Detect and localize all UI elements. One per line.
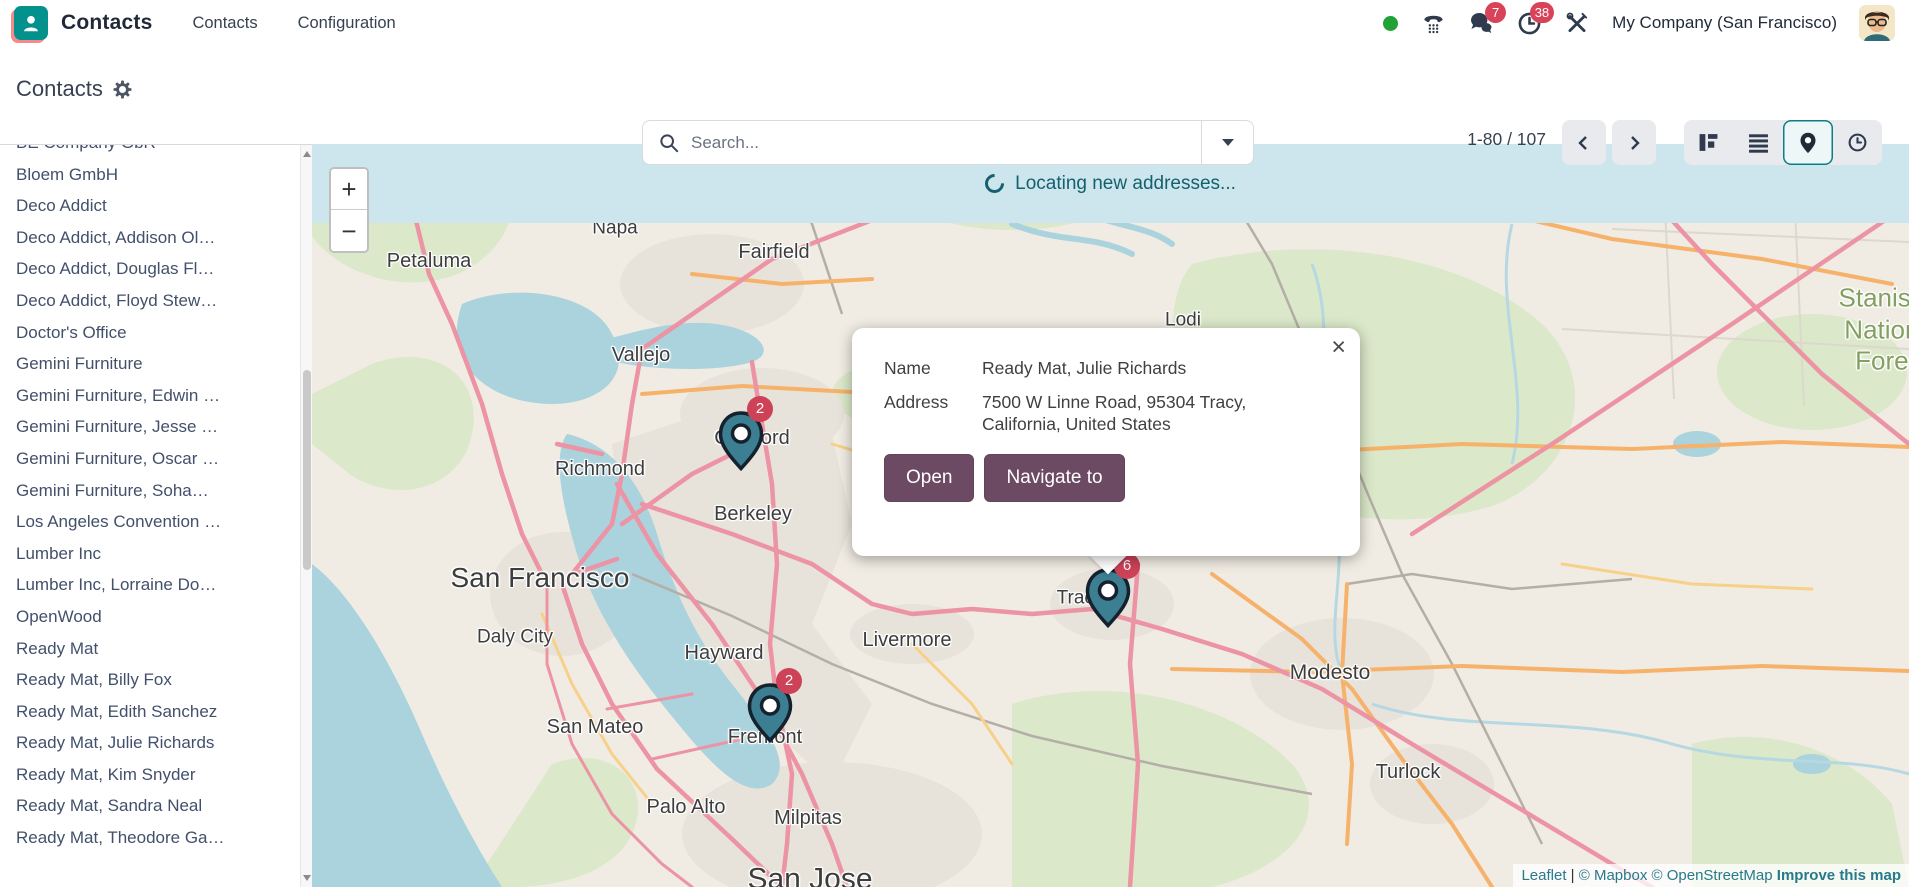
popup-address-value: 7500 W Linne Road, 95304 Tracy, Californ… (982, 392, 1330, 435)
banner-text: Locating new addresses... (1015, 173, 1236, 195)
kanban-icon (1698, 132, 1719, 153)
pager-range: 1-80 / 107 (1408, 129, 1546, 150)
presence-status-dot (1383, 16, 1398, 31)
contact-list-item[interactable]: Ready Mat, Sandra Neal (0, 790, 300, 822)
pager-next-button[interactable] (1612, 120, 1656, 165)
breadcrumb: Contacts (16, 76, 103, 102)
osm-link[interactable]: © OpenStreetMap (1652, 867, 1773, 884)
contact-list: BE Company GbRBloem GmbHDeco AddictDeco … (0, 144, 300, 854)
contact-list-item[interactable]: Gemini Furniture, Oscar … (0, 443, 300, 475)
menu-configuration[interactable]: Configuration (298, 14, 396, 33)
scrollbar-thumb[interactable] (303, 370, 311, 570)
contact-list-item[interactable]: Deco Addict, Douglas Fl… (0, 253, 300, 285)
chevron-left-icon (1574, 133, 1594, 153)
chevron-right-icon (1624, 133, 1644, 153)
address-line-2: California, United States (982, 414, 1330, 435)
person-icon (20, 12, 42, 34)
gear-icon[interactable] (113, 80, 132, 99)
contact-list-item[interactable]: Bloem GmbH (0, 159, 300, 191)
chevron-down-icon (1222, 139, 1234, 146)
pager-prev-button[interactable] (1562, 120, 1606, 165)
navigate-to-button[interactable]: Navigate to (984, 454, 1124, 502)
contact-list-item[interactable]: OpenWood (0, 601, 300, 633)
top-navbar: Contacts Contacts Configuration 7 (0, 0, 1909, 46)
marker-count-badge: 2 (747, 396, 773, 422)
leaflet-link[interactable]: Leaflet (1521, 867, 1566, 884)
contact-list-item[interactable]: Lumber Inc (0, 538, 300, 570)
activities-count-badge: 38 (1530, 2, 1554, 23)
open-button[interactable]: Open (884, 454, 974, 502)
marker-popup: × Name Ready Mat, Julie Richards Address… (852, 328, 1360, 556)
popup-name-label: Name (884, 358, 982, 379)
mapbox-link[interactable]: © Mapbox (1579, 867, 1648, 884)
improve-map-link[interactable]: Improve this map (1777, 867, 1901, 884)
sidebar-scrollbar[interactable] (300, 145, 312, 887)
user-avatar[interactable] (1859, 5, 1895, 41)
contact-list-item[interactable]: Ready Mat, Edith Sanchez (0, 696, 300, 728)
contact-list-item[interactable]: Ready Mat, Kim Snyder (0, 759, 300, 791)
loading-spinner-icon (981, 170, 1008, 197)
map-view[interactable]: PetalumaNapaFairfieldVallejoRichmondConc… (312, 144, 1909, 887)
contact-list-item[interactable]: Gemini Furniture, Jesse … (0, 411, 300, 443)
scroll-up-arrow-icon[interactable] (301, 147, 312, 161)
contacts-sidebar: BE Company GbRBloem GmbHDeco AddictDeco … (0, 144, 312, 887)
contact-list-item[interactable]: Los Angeles Convention … (0, 506, 300, 538)
marker-count-badge: 2 (776, 668, 802, 694)
contact-list-item[interactable]: Gemini Furniture (0, 348, 300, 380)
zoom-out-button[interactable]: − (331, 210, 367, 251)
control-panel: Contacts 1-80 / 107 (0, 46, 1909, 144)
contacts-app-icon[interactable] (14, 6, 48, 40)
popup-address-label: Address (884, 392, 982, 435)
map-marker-cluster[interactable]: 6 (1085, 568, 1131, 628)
contact-list-item[interactable]: Deco Addict, Addison Ol… (0, 222, 300, 254)
map-zoom-control: + − (329, 167, 369, 253)
search-input[interactable] (691, 133, 1201, 153)
app-title: Contacts (61, 11, 152, 35)
map-marker-cluster[interactable]: 2 (747, 683, 793, 743)
popup-name-value: Ready Mat, Julie Richards (982, 358, 1330, 379)
contact-list-item[interactable]: Deco Addict, Floyd Stew… (0, 285, 300, 317)
contact-list-item[interactable]: Deco Addict (0, 190, 300, 222)
discuss-unread-badge: 7 (1485, 2, 1506, 23)
contact-list-item[interactable]: BE Company GbR (0, 144, 300, 159)
tools-icon[interactable] (1564, 10, 1590, 36)
contact-list-item[interactable]: Doctor's Office (0, 317, 300, 349)
map-attribution: Leaflet | © Mapbox © OpenStreetMap Impro… (1513, 864, 1909, 887)
map-marker-cluster[interactable]: 2 (718, 411, 764, 471)
zoom-in-button[interactable]: + (331, 169, 367, 210)
view-map-button[interactable] (1783, 120, 1833, 165)
address-line-1: 7500 W Linne Road, 95304 Tracy, (982, 392, 1330, 413)
menu-contacts[interactable]: Contacts (192, 14, 257, 33)
scroll-down-arrow-icon[interactable] (301, 871, 312, 885)
discuss-chat-icon[interactable]: 7 (1468, 10, 1494, 36)
search-bar (642, 120, 1254, 165)
voip-phone-icon[interactable] (1420, 10, 1446, 36)
company-switcher[interactable]: My Company (San Francisco) (1612, 13, 1837, 33)
activities-clock-icon[interactable]: 38 (1516, 10, 1542, 36)
contact-list-item[interactable]: Ready Mat, Billy Fox (0, 664, 300, 696)
contact-list-item[interactable]: Gemini Furniture, Edwin … (0, 380, 300, 412)
contact-list-item[interactable]: Ready Mat, Julie Richards (0, 727, 300, 759)
view-list-button[interactable] (1734, 120, 1784, 165)
search-filters-toggle[interactable] (1201, 121, 1253, 164)
map-pin-icon (1799, 132, 1817, 154)
popup-close-icon[interactable]: × (1331, 332, 1346, 362)
search-icon (659, 133, 679, 153)
contact-list-item[interactable]: Lumber Inc, Lorraine Do… (0, 569, 300, 601)
view-switcher (1684, 120, 1882, 165)
activity-clock-icon (1847, 132, 1868, 153)
contact-list-item[interactable]: Ready Mat (0, 633, 300, 665)
contact-list-item[interactable]: Gemini Furniture, Soha… (0, 475, 300, 507)
view-kanban-button[interactable] (1684, 120, 1734, 165)
contact-list-item[interactable]: Ready Mat, Theodore Ga… (0, 822, 300, 854)
attribution-separator: | (1567, 867, 1579, 884)
view-activity-button[interactable] (1833, 120, 1883, 165)
list-icon (1748, 132, 1769, 153)
